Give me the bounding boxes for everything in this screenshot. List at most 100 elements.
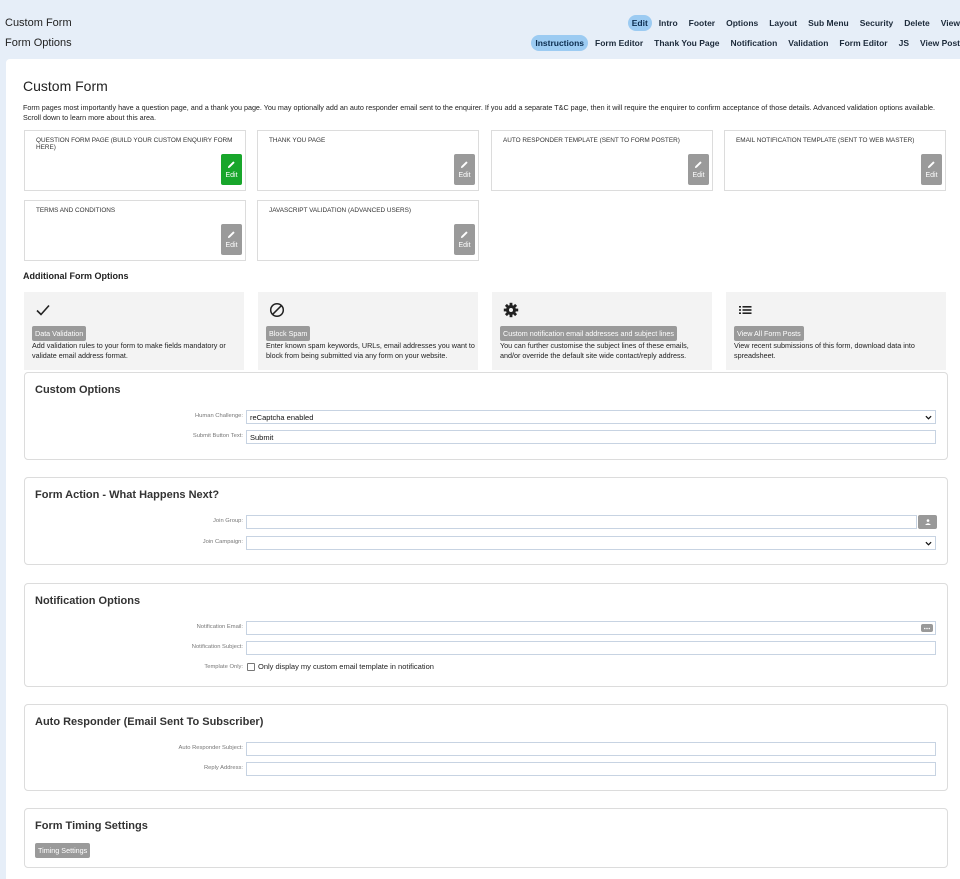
card-label: Question form page (build your custom en… — [36, 137, 233, 151]
pencil-icon — [460, 161, 468, 169]
group-picker-button[interactable] — [918, 515, 937, 529]
pencil-icon — [460, 231, 468, 239]
nav-instructions[interactable]: Instructions — [531, 35, 588, 51]
notification-section: Notification Options Notification Email:… — [24, 583, 948, 687]
edit-button[interactable]: Edit — [221, 224, 242, 255]
nav-notification[interactable]: Notification — [727, 35, 782, 51]
section-title: Form Timing Settings — [35, 820, 148, 832]
nav-view[interactable]: View — [937, 15, 960, 31]
field-label: Reply Address: — [204, 765, 243, 771]
secondary-nav: Instructions Form Editor Thank You Page … — [531, 35, 960, 51]
primary-nav: Edit Intro Footer Options Layout Sub Men… — [627, 15, 960, 31]
edit-button[interactable]: Edit — [454, 224, 475, 255]
field-label: Template Only: — [204, 664, 243, 670]
nav-validation[interactable]: Validation — [784, 35, 832, 51]
gear-icon — [503, 302, 519, 318]
nav-form-editor[interactable]: Form Editor — [591, 35, 647, 51]
card-label: Auto responder template (sent to form po… — [503, 137, 680, 144]
auto-responder-subject-input[interactable] — [246, 742, 936, 756]
pencil-icon — [227, 231, 235, 239]
nav-thank-you-page[interactable]: Thank You Page — [650, 35, 723, 51]
main-title: Custom Form — [23, 78, 108, 94]
option-view-posts: View All Form Posts View recent submissi… — [726, 292, 946, 370]
notification-email-row: Notification Email: — [25, 621, 949, 635]
field-label: Notification Email: — [196, 624, 243, 630]
notification-subject-input[interactable] — [246, 641, 936, 655]
human-challenge-row: Human Challenge: reCaptcha enabled — [25, 410, 949, 424]
nav-security[interactable]: Security — [856, 15, 898, 31]
option-description: Add validation rules to your form to mak… — [32, 341, 226, 360]
nav-intro[interactable]: Intro — [655, 15, 682, 31]
chevron-down-icon — [925, 415, 932, 420]
pencil-icon — [927, 161, 935, 169]
nav-edit[interactable]: Edit — [627, 15, 652, 31]
section-title: Auto Responder (Email Sent To Subscriber… — [35, 716, 264, 728]
form-action-section: Form Action - What Happens Next? Join Gr… — [24, 477, 948, 565]
edit-button[interactable]: Edit — [688, 154, 709, 185]
check-icon — [36, 304, 50, 316]
block-spam-button[interactable]: Block Spam — [266, 326, 311, 341]
view-all-posts-button[interactable]: View All Form Posts — [734, 326, 804, 341]
nav-layout[interactable]: Layout — [765, 15, 801, 31]
custom-notification-button[interactable]: Custom notification email addresses and … — [500, 326, 677, 341]
card-js-validation: JavaScript Validation (Advanced Users) E… — [257, 200, 479, 261]
checkbox-label: Only display my custom email template in… — [258, 662, 434, 671]
list-icon — [739, 306, 752, 314]
submit-button-text-input[interactable]: Submit — [246, 430, 936, 444]
field-label: Submit Button Text: — [192, 433, 243, 439]
template-only-row: Template Only: Only display my custom em… — [25, 661, 949, 675]
join-campaign-select[interactable] — [246, 536, 936, 550]
block-icon — [269, 302, 285, 318]
auto-responder-subject-row: Auto Responder Subject: — [25, 742, 949, 756]
card-question-form: Question form page (build your custom en… — [24, 130, 246, 191]
field-label: Auto Responder Subject: — [178, 745, 243, 751]
nav-sub-menu[interactable]: Sub Menu — [804, 15, 853, 31]
human-challenge-select[interactable]: reCaptcha enabled — [246, 410, 936, 424]
reply-address-row: Reply Address: — [25, 762, 949, 776]
reply-address-input[interactable] — [246, 762, 936, 776]
section-title: Custom Options — [35, 384, 121, 396]
edit-button[interactable]: Edit — [454, 154, 475, 185]
intro-text: Form pages most importantly have a quest… — [23, 103, 936, 122]
edit-button[interactable]: Edit — [921, 154, 942, 185]
nav-js[interactable]: JS — [895, 35, 913, 51]
chevron-down-icon — [925, 541, 932, 546]
option-description: View recent submissions of this form, do… — [734, 341, 915, 360]
edit-button[interactable]: Edit — [221, 154, 242, 185]
nav-footer[interactable]: Footer — [685, 15, 719, 31]
submit-text-row: Submit Button Text: Submit — [25, 430, 949, 444]
option-description: You can further customise the subject li… — [500, 341, 689, 360]
card-label: Thank you page — [269, 137, 326, 144]
option-custom-notification: Custom notification email addresses and … — [492, 292, 712, 370]
pencil-icon — [694, 161, 702, 169]
card-auto-responder: Auto responder template (sent to form po… — [491, 130, 713, 191]
nav-view-post[interactable]: View Post — [916, 35, 960, 51]
custom-options-section: Custom Options Human Challenge: reCaptch… — [24, 372, 948, 460]
page-subtitle: Form Options — [5, 37, 72, 49]
option-data-validation: Data Validation Add validation rules to … — [24, 292, 244, 370]
card-thank-you: Thank you page Edit — [257, 130, 479, 191]
card-label: Terms and conditions — [36, 207, 116, 214]
timing-settings-button[interactable]: Timing Settings — [35, 843, 91, 858]
nav-delete[interactable]: Delete — [900, 15, 934, 31]
section-title: Form Action - What Happens Next? — [35, 489, 220, 501]
page-title: Custom Form — [5, 17, 72, 29]
nav-options[interactable]: Options — [722, 15, 762, 31]
section-title: Notification Options — [35, 595, 141, 607]
field-label: Human Challenge: — [194, 413, 243, 419]
join-group-input[interactable] — [246, 515, 917, 529]
template-only-checkbox[interactable] — [247, 662, 255, 671]
more-options-button[interactable] — [921, 624, 933, 632]
data-validation-button[interactable]: Data Validation — [32, 326, 87, 341]
ellipsis-icon — [924, 627, 930, 629]
nav-form-editor-2[interactable]: Form Editor — [835, 35, 891, 51]
join-group-row: Join Group: — [25, 515, 949, 529]
card-label: JavaScript Validation (Advanced Users) — [269, 207, 412, 214]
template-only-option: Only display my custom email template in… — [247, 662, 434, 671]
users-icon — [924, 519, 931, 525]
notification-email-input[interactable] — [246, 621, 936, 635]
notification-subject-row: Notification Subject: — [25, 641, 949, 655]
join-campaign-row: Join Campaign: — [25, 536, 949, 550]
card-email-notification: Email notification template (sent to web… — [724, 130, 946, 191]
card-label: Email notification template (sent to web… — [736, 137, 915, 144]
